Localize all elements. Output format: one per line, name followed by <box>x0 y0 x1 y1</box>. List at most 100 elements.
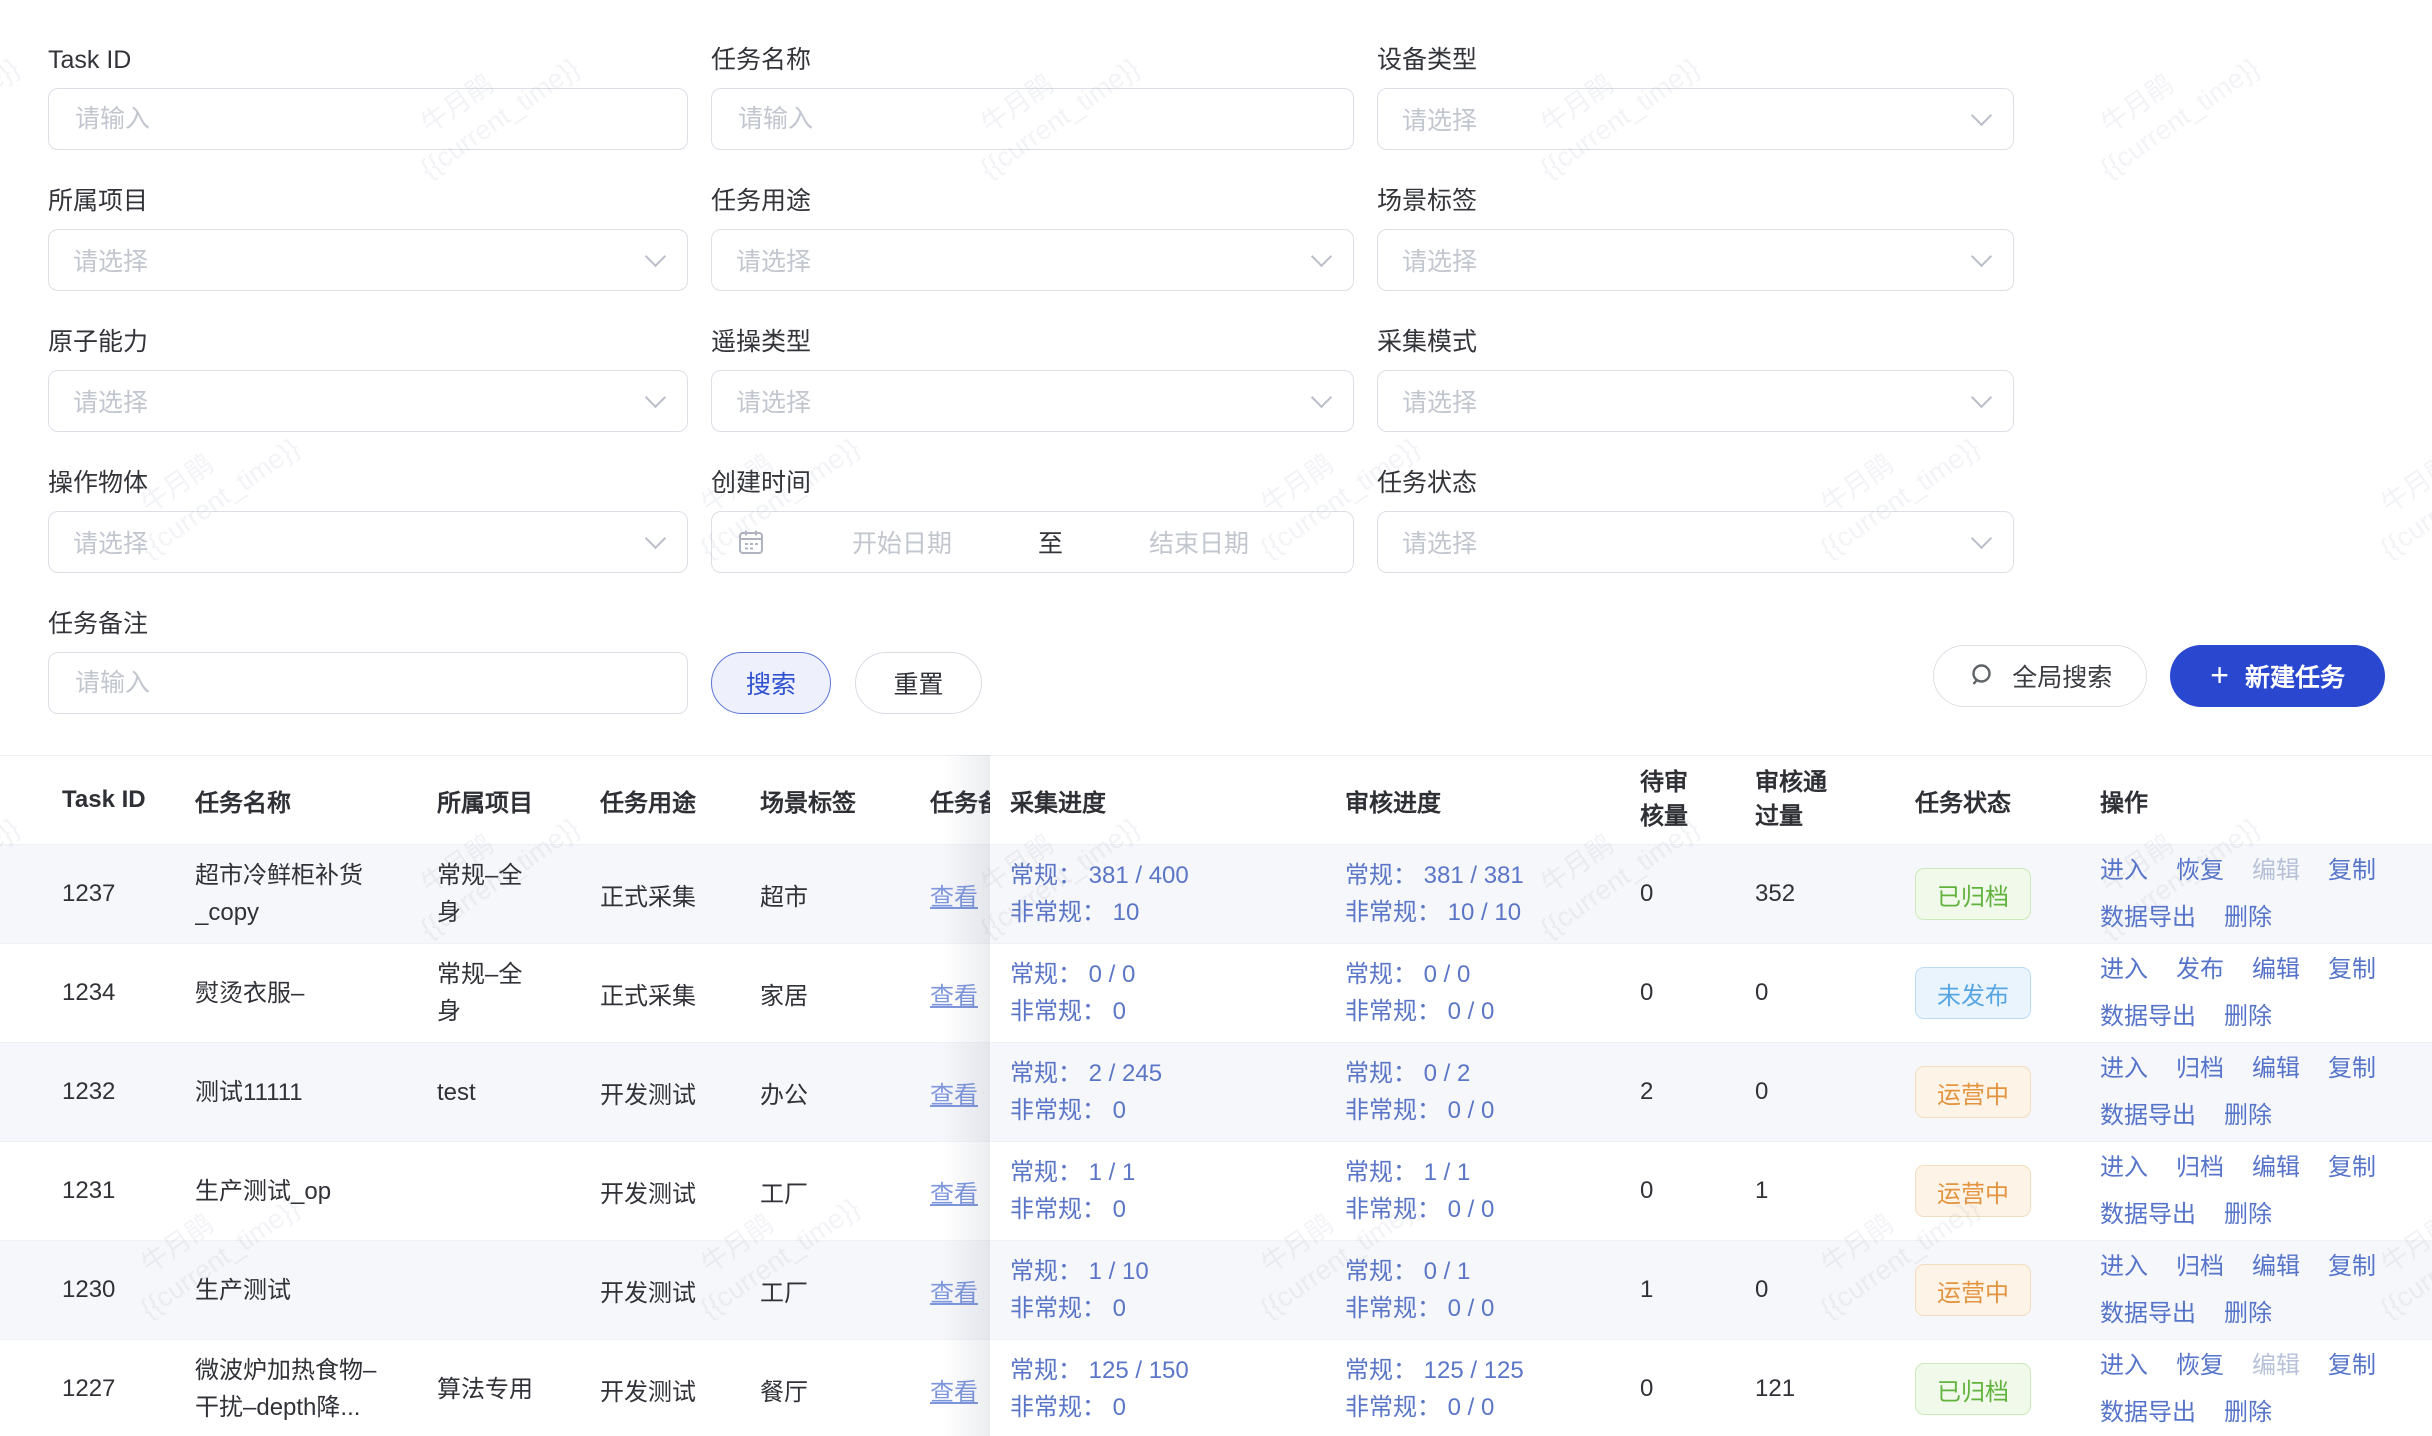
op-link[interactable]: 进入 <box>2100 1249 2148 1285</box>
op-link[interactable]: 进入 <box>2100 952 2148 988</box>
op-link[interactable]: 编辑 <box>2252 1249 2300 1285</box>
filter-select[interactable]: 请选择 <box>1377 229 2014 291</box>
op-link[interactable]: 删除 <box>2224 1197 2272 1233</box>
op-link[interactable]: 数据导出 <box>2100 1296 2196 1332</box>
table-row: 1234 熨烫衣服– 常规–全身 正式采集 家居 查看 常规： 0 / 0 非常… <box>0 944 2432 1043</box>
global-search-button[interactable]: 全局搜索 <box>1933 645 2147 707</box>
header-2: 所属项目 <box>437 783 600 818</box>
filter-label: 任务用途 <box>711 185 1354 218</box>
remark-view-link[interactable]: 查看 <box>930 1181 978 1208</box>
filter-actions: 搜索重置 <box>711 652 1354 714</box>
op-link[interactable]: 复制 <box>2328 1249 2376 1285</box>
op-link[interactable]: 数据导出 <box>2100 1098 2196 1134</box>
header-5: 任务备注 <box>930 783 990 818</box>
cell-purpose: 开发测试 <box>600 1174 760 1209</box>
cell-pending-count: 0 <box>1640 1177 1755 1205</box>
op-link[interactable]: 复制 <box>2328 952 2376 988</box>
op-link: 编辑 <box>2252 1348 2300 1384</box>
filter-select[interactable]: 请选择 <box>48 229 688 291</box>
review-abnormal: 非常规： 0 / 0 <box>1345 1191 1620 1228</box>
op-link[interactable]: 删除 <box>2224 999 2272 1035</box>
search-button[interactable]: 搜索 <box>711 652 831 714</box>
cell-task-name: 生产测试 <box>195 1272 291 1309</box>
op-link[interactable]: 恢复 <box>2176 1348 2224 1384</box>
op-link[interactable]: 恢复 <box>2176 853 2224 889</box>
op-link[interactable]: 编辑 <box>2252 1051 2300 1087</box>
cell-collect-progress: 常规： 0 / 0 非常规： 0 <box>1010 956 1345 1030</box>
op-link[interactable]: 复制 <box>2328 1150 2376 1186</box>
collect-abnormal: 非常规： 0 <box>1010 993 1325 1030</box>
filter-select[interactable]: 请选择 <box>48 370 688 432</box>
cell-passed-count: 0 <box>1755 1078 1915 1106</box>
review-abnormal: 非常规： 0 / 0 <box>1345 993 1620 1030</box>
cell-scene: 餐厅 <box>760 1372 930 1407</box>
op-link[interactable]: 数据导出 <box>2100 900 2196 936</box>
cell-task-name: 超市冷鲜柜补货_copy <box>195 857 395 931</box>
remark-view-link[interactable]: 查看 <box>930 884 978 911</box>
op-link[interactable]: 发布 <box>2176 952 2224 988</box>
header-11: 操作 <box>2100 783 2410 818</box>
remark-view-link[interactable]: 查看 <box>930 1280 978 1307</box>
filter-input[interactable] <box>73 104 663 135</box>
cell-task-id: 1234 <box>62 979 195 1007</box>
filter-field-6: 原子能力 请选择 <box>48 326 688 432</box>
op-link[interactable]: 复制 <box>2328 853 2376 889</box>
cell-review-progress: 常规： 0 / 1 非常规： 0 / 0 <box>1345 1253 1640 1327</box>
create-task-button[interactable]: + 新建任务 <box>2170 645 2385 707</box>
remark-view-link[interactable]: 查看 <box>930 983 978 1010</box>
op-link[interactable]: 进入 <box>2100 1348 2148 1384</box>
op-link[interactable]: 删除 <box>2224 1395 2272 1431</box>
filter-select[interactable]: 请选择 <box>1377 88 2014 150</box>
filter-input[interactable] <box>73 668 663 699</box>
op-link[interactable]: 进入 <box>2100 1150 2148 1186</box>
review-normal: 常规： 0 / 0 <box>1345 956 1620 993</box>
cell-review-progress: 常规： 1 / 1 非常规： 0 / 0 <box>1345 1154 1640 1228</box>
filter-select[interactable]: 请选择 <box>711 370 1354 432</box>
cell-task-id: 1232 <box>62 1078 195 1106</box>
start-date-placeholder[interactable]: 开始日期 <box>772 524 1032 560</box>
cell-pending-count: 0 <box>1640 979 1755 1007</box>
filter-field-10: 创建时间 开始日期 至 结束日期 <box>711 467 1354 573</box>
status-badge: 运营中 <box>1915 1066 2031 1118</box>
op-link[interactable]: 删除 <box>2224 900 2272 936</box>
op-link[interactable]: 归档 <box>2176 1249 2224 1285</box>
op-link[interactable]: 数据导出 <box>2100 1395 2196 1431</box>
op-link[interactable]: 编辑 <box>2252 952 2300 988</box>
review-normal: 常规： 0 / 2 <box>1345 1055 1620 1092</box>
op-link[interactable]: 归档 <box>2176 1150 2224 1186</box>
select-placeholder: 请选择 <box>73 383 148 419</box>
table-row: 1227 微波炉加热食物–干扰–depth降... 算法专用 开发测试 餐厅 查… <box>0 1340 2432 1436</box>
cell-review-progress: 常规： 0 / 2 非常规： 0 / 0 <box>1345 1055 1640 1129</box>
date-range-picker[interactable]: 开始日期 至 结束日期 <box>711 511 1354 573</box>
op-link[interactable]: 数据导出 <box>2100 1197 2196 1233</box>
op-link[interactable]: 编辑 <box>2252 1150 2300 1186</box>
op-link[interactable]: 删除 <box>2224 1296 2272 1332</box>
date-separator: 至 <box>1032 524 1069 560</box>
end-date-placeholder[interactable]: 结束日期 <box>1069 524 1329 560</box>
filter-select[interactable]: 请选择 <box>711 229 1354 291</box>
filter-select[interactable]: 请选择 <box>1377 370 2014 432</box>
filter-select[interactable]: 请选择 <box>1377 511 2014 573</box>
chevron-down-icon <box>1971 246 1992 267</box>
plus-icon: + <box>2210 659 2229 691</box>
op-link[interactable]: 数据导出 <box>2100 999 2196 1035</box>
status-badge: 运营中 <box>1915 1264 2031 1316</box>
op-link[interactable]: 进入 <box>2100 1051 2148 1087</box>
collect-normal: 常规： 2 / 245 <box>1010 1055 1325 1092</box>
header-0: Task ID <box>62 786 195 814</box>
collect-normal: 常规： 0 / 0 <box>1010 956 1325 993</box>
cell-project: 常规–全身 <box>437 956 541 1030</box>
remark-view-link[interactable]: 查看 <box>930 1082 978 1109</box>
remark-view-link[interactable]: 查看 <box>930 1379 978 1406</box>
op-link[interactable]: 进入 <box>2100 853 2148 889</box>
filter-input[interactable] <box>736 104 1329 135</box>
op-link[interactable]: 归档 <box>2176 1051 2224 1087</box>
op-link[interactable]: 删除 <box>2224 1098 2272 1134</box>
collect-abnormal: 非常规： 0 <box>1010 1092 1325 1129</box>
collect-abnormal: 非常规： 0 <box>1010 1290 1325 1327</box>
reset-button[interactable]: 重置 <box>855 652 982 714</box>
review-normal: 常规： 125 / 125 <box>1345 1352 1620 1389</box>
op-link[interactable]: 复制 <box>2328 1348 2376 1384</box>
filter-select[interactable]: 请选择 <box>48 511 688 573</box>
op-link[interactable]: 复制 <box>2328 1051 2376 1087</box>
